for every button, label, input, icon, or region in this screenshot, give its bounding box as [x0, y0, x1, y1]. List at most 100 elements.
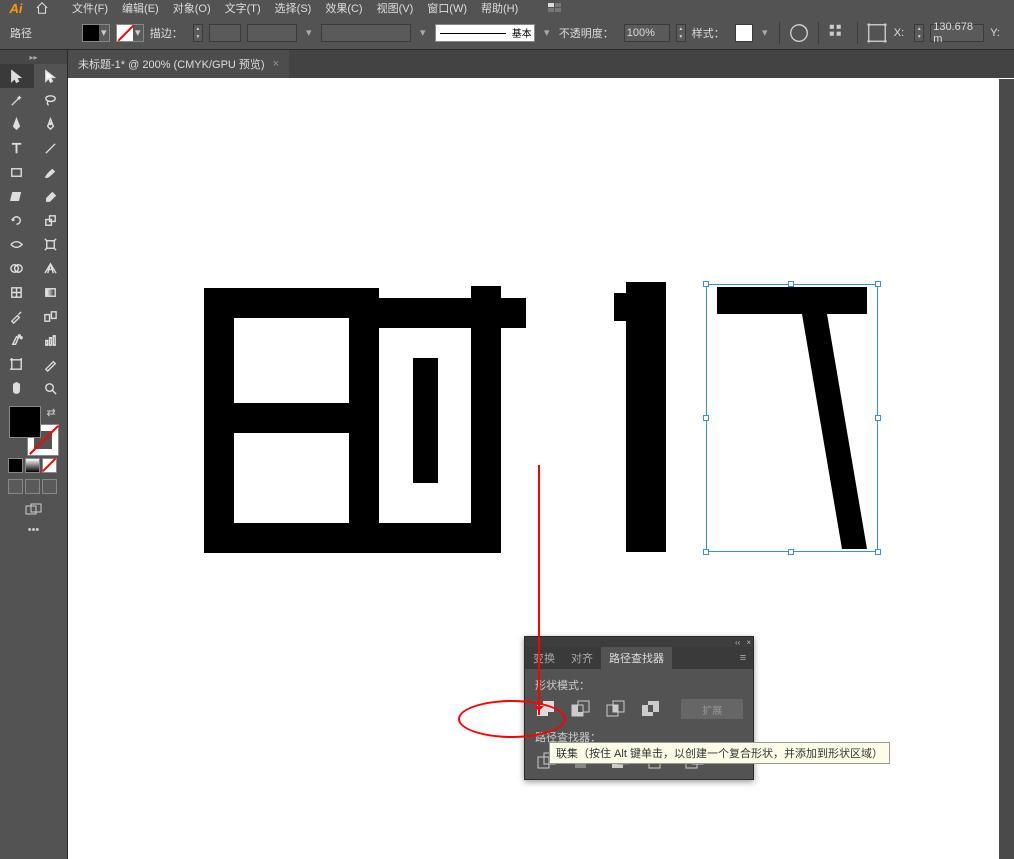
perspective-grid-tool[interactable]	[34, 256, 68, 280]
document-tab[interactable]: 未标题-1* @ 200% (CMYK/GPU 预览) ×	[68, 50, 289, 78]
chevron-down-icon[interactable]: ▾	[417, 26, 429, 39]
collapse-icon[interactable]: ‹‹	[735, 638, 740, 647]
chevron-down-icon[interactable]: ▾	[303, 26, 315, 39]
brush-definition[interactable]	[321, 24, 411, 42]
mesh-tool[interactable]	[0, 280, 34, 304]
scale-tool[interactable]	[34, 208, 68, 232]
panel-menu-icon[interactable]: ≡	[733, 652, 753, 664]
paintbrush-tool[interactable]	[34, 160, 68, 184]
menu-select[interactable]: 选择(S)	[269, 0, 318, 17]
palette-grip[interactable]: ▸▸	[0, 50, 67, 64]
menu-file[interactable]: 文件(F)	[66, 0, 114, 17]
stroke-profile[interactable]	[247, 24, 297, 42]
chevron-down-icon[interactable]: ▾	[541, 26, 553, 39]
pen-tool[interactable]	[0, 112, 34, 136]
menu-object[interactable]: 对象(O)	[167, 0, 217, 17]
tab-transform[interactable]: 变换	[525, 647, 563, 669]
opacity-input[interactable]: 100%	[624, 24, 670, 42]
close-icon[interactable]: ×	[746, 638, 751, 647]
menu-type[interactable]: 文字(T)	[219, 0, 267, 17]
curvature-tool[interactable]	[34, 112, 68, 136]
fill-stroke-indicator[interactable]: ⇄	[9, 406, 59, 456]
stroke-color-swatch[interactable]: ▾	[116, 24, 144, 42]
color-mode-btn[interactable]	[8, 458, 23, 473]
artboard-tool[interactable]	[0, 352, 34, 376]
vertical-scrollbar[interactable]	[999, 79, 1014, 859]
edit-toolbar-btn[interactable]: •••	[4, 524, 63, 536]
tab-pathfinder[interactable]: 路径查找器	[601, 647, 672, 669]
selection-tool[interactable]	[0, 64, 34, 88]
annotation-circle	[458, 700, 566, 738]
chevron-down-icon[interactable]: ▾	[759, 26, 771, 39]
symbol-sprayer-tool[interactable]	[0, 328, 34, 352]
expand-button[interactable]: 扩展	[681, 699, 743, 719]
opacity-spinner[interactable]: ▲▼	[676, 24, 686, 42]
column-graph-tool[interactable]	[34, 328, 68, 352]
fill-indicator[interactable]	[9, 406, 41, 438]
rotate-tool[interactable]	[0, 208, 34, 232]
selection-handle[interactable]	[703, 415, 709, 421]
menu-window[interactable]: 窗口(W)	[421, 0, 473, 17]
align-icon[interactable]	[827, 23, 849, 43]
graphic-style[interactable]	[735, 24, 753, 42]
panel-header[interactable]: ‹‹ ×	[525, 637, 753, 647]
intersect-button[interactable]	[605, 699, 626, 719]
blend-tool[interactable]	[34, 304, 68, 328]
gradient-mode-btn[interactable]	[25, 458, 40, 473]
draw-inside-btn[interactable]	[42, 479, 57, 494]
draw-behind-btn[interactable]	[25, 479, 40, 494]
swap-fill-stroke-icon[interactable]: ⇄	[47, 406, 59, 418]
home-icon[interactable]	[32, 1, 52, 16]
transform-icon[interactable]	[866, 23, 888, 43]
fill-color-swatch[interactable]: ▾	[82, 24, 110, 42]
stroke-style[interactable]: 基本	[435, 24, 535, 42]
draw-normal-btn[interactable]	[8, 479, 23, 494]
gradient-tool[interactable]	[34, 280, 68, 304]
layout-icon[interactable]	[548, 2, 564, 14]
selection-handle[interactable]	[788, 549, 794, 555]
menu-view[interactable]: 视图(V)	[371, 0, 420, 17]
app-logo: Ai	[4, 1, 28, 16]
free-transform-tool[interactable]	[34, 232, 68, 256]
width-tool[interactable]	[0, 232, 34, 256]
stroke-weight-spinner[interactable]: ▲▼	[193, 24, 203, 42]
slice-tool[interactable]	[34, 352, 68, 376]
panel-tabs: 变换 对齐 路径查找器 ≡	[525, 647, 753, 669]
lasso-tool[interactable]	[34, 88, 68, 112]
eraser-tool[interactable]	[34, 184, 68, 208]
y-label: Y:	[990, 27, 1000, 39]
selection-handle[interactable]	[875, 415, 881, 421]
x-input[interactable]: 130.678 m	[930, 24, 984, 42]
shaper-tool[interactable]	[0, 184, 34, 208]
selection-handle[interactable]	[703, 549, 709, 555]
hand-tool[interactable]	[0, 376, 34, 400]
selection-handle[interactable]	[788, 281, 794, 287]
minus-front-button[interactable]	[570, 699, 591, 719]
selection-handle[interactable]	[875, 281, 881, 287]
selection-handle[interactable]	[703, 281, 709, 287]
magic-wand-tool[interactable]	[0, 88, 34, 112]
none-mode-btn[interactable]	[42, 458, 57, 473]
type-tool[interactable]	[0, 136, 34, 160]
x-label: X:	[894, 27, 904, 39]
color-section: ⇄ •••	[0, 400, 67, 540]
selection-handle[interactable]	[875, 549, 881, 555]
rectangle-tool[interactable]	[0, 160, 34, 184]
eyedropper-tool[interactable]	[0, 304, 34, 328]
exclude-button[interactable]	[640, 699, 661, 719]
direct-selection-tool[interactable]	[34, 64, 68, 88]
close-icon[interactable]: ×	[273, 58, 279, 70]
zoom-tool[interactable]	[34, 376, 68, 400]
shape-builder-tool[interactable]	[0, 256, 34, 280]
opacity-label: 不透明度：	[559, 25, 614, 41]
menu-help[interactable]: 帮助(H)	[475, 0, 524, 17]
selection-type-label: 路径	[10, 25, 32, 41]
x-spinner[interactable]: ▲▼	[914, 24, 924, 42]
stroke-weight-input[interactable]	[209, 24, 241, 42]
menu-effect[interactable]: 效果(C)	[319, 0, 368, 17]
tab-align[interactable]: 对齐	[563, 647, 601, 669]
recolor-icon[interactable]	[788, 23, 810, 43]
screen-mode-btn[interactable]	[4, 502, 63, 518]
menu-edit[interactable]: 编辑(E)	[116, 0, 165, 17]
line-tool[interactable]	[34, 136, 68, 160]
